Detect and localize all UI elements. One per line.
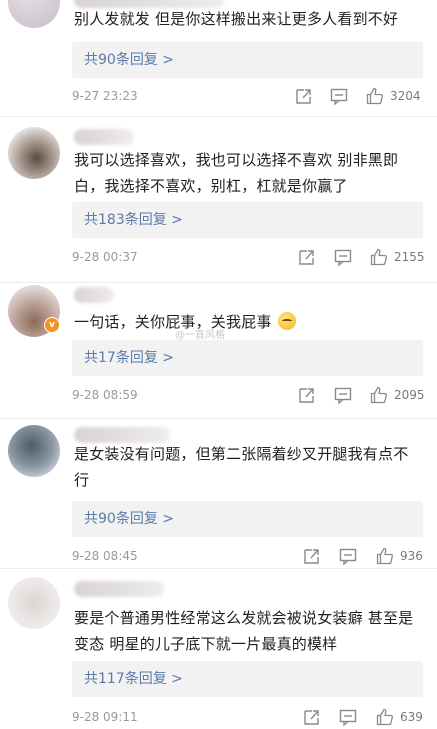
like-icon[interactable] [366,85,384,107]
like-icon[interactable] [370,384,388,406]
comment-text: 是女装没有问题，但第二张隔着纱叉开腿我有点不行 [74,445,409,489]
like-count: 936 [400,549,423,563]
comment-item: 别人发就发 但是你这样搬出来让更多人看到不好 共90条回复 > 9-27 23:… [0,0,437,117]
comment-meta: 9-28 09:11 639 [72,706,423,728]
avatar[interactable] [8,0,60,28]
like-icon[interactable] [376,706,394,728]
share-icon[interactable] [297,384,315,406]
username-blurred[interactable] [74,581,164,597]
timestamp: 9-28 00:37 [72,250,138,264]
like-count: 2095 [394,388,425,402]
comment-icon[interactable] [334,246,352,268]
view-replies-button[interactable]: 共183条回复 > [72,202,423,238]
like-icon[interactable] [370,246,388,268]
replies-label: 共17条回复 > [84,350,174,366]
comment-item: 我可以选择喜欢，我也可以选择不喜欢 别非黑即白，我选择不喜欢，别杠，杠就是你赢了… [0,117,437,283]
comment-item: v 一句话，关你屁事，关我屁事 共17条回复 > 9-28 08:59 2095 [0,283,437,419]
comment-item: 要是个普通男性经常这么发就会被说女装癖 甚至是变态 明星的儿子底下就一片最真的模… [0,569,437,729]
comment-icon[interactable] [330,85,348,107]
avatar[interactable] [8,127,60,179]
timestamp: 9-28 08:45 [72,549,138,563]
comment-meta: 9-28 00:37 2155 [72,246,425,268]
comment-icon[interactable] [334,384,352,406]
avatar[interactable] [8,577,60,629]
share-icon[interactable] [294,85,312,107]
view-replies-button[interactable]: 共90条回复 > [72,501,423,537]
comment-text: 要是个普通男性经常这么发就会被说女装癖 甚至是变态 明星的儿子底下就一片最真的模… [74,609,414,653]
view-replies-button[interactable]: 共117条回复 > [72,661,423,697]
like-count: 3204 [390,89,421,103]
replies-label: 共90条回复 > [84,52,174,68]
comment-text: 一句话，关你屁事，关我屁事 [74,309,419,335]
comment-icon[interactable] [339,545,357,567]
share-icon[interactable] [302,545,320,567]
timestamp: 9-27 23:23 [72,89,138,103]
comment-meta: 9-28 08:45 936 [72,545,423,567]
replies-label: 共90条回复 > [84,511,174,527]
share-icon[interactable] [297,246,315,268]
like-icon[interactable] [376,545,394,567]
username-blurred[interactable] [74,129,134,145]
verified-badge: v [44,317,60,333]
comment-meta: 9-28 08:59 2095 [72,384,425,406]
timestamp: 9-28 08:59 [72,388,138,402]
comment-meta: 9-27 23:23 3204 [72,85,423,107]
comment-icon[interactable] [339,706,357,728]
like-count: 639 [400,710,423,724]
avatar[interactable] [8,425,60,477]
comment-text-body: 一句话，关你屁事，关我屁事 [74,313,272,331]
smirk-emoji-icon [277,312,296,330]
view-replies-button[interactable]: 共17条回复 > [72,340,423,376]
like-count: 2155 [394,250,425,264]
username-blurred[interactable] [74,287,114,303]
replies-label: 共117条回复 > [84,671,183,687]
replies-label: 共183条回复 > [84,212,183,228]
share-icon[interactable] [302,706,320,728]
comment-item: 是女装没有问题，但第二张隔着纱叉开腿我有点不行 共90条回复 > 9-28 08… [0,419,437,567]
timestamp: 9-28 09:11 [72,710,138,724]
watermark: @一直风格 [175,330,225,341]
comment-text: 我可以选择喜欢，我也可以选择不喜欢 别非黑即白，我选择不喜欢，别杠，杠就是你赢了 [74,151,399,195]
view-replies-button[interactable]: 共90条回复 > [72,42,423,78]
comment-text: 别人发就发 但是你这样搬出来让更多人看到不好 [74,10,399,28]
